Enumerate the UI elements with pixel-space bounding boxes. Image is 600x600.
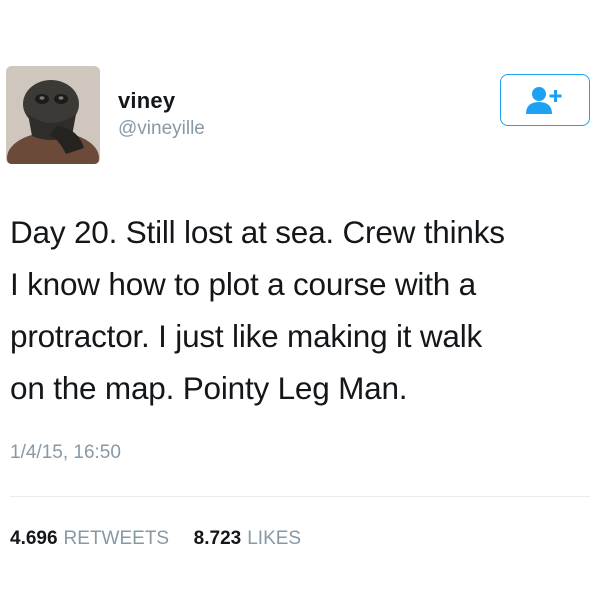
retweets-label: RETWEETS <box>63 528 170 549</box>
display-name[interactable]: viney <box>118 88 175 114</box>
timestamp[interactable]: 1/4/15, 16:50 <box>10 442 121 464</box>
add-user-icon <box>526 87 562 114</box>
follow-button[interactable] <box>500 74 590 126</box>
likes-label: LIKES <box>247 528 302 549</box>
tweet-text-line: on the map. Pointy Leg Man. <box>10 370 408 406</box>
avatar[interactable] <box>6 66 100 164</box>
retweets-stat[interactable]: 4.696 RETWEETS <box>10 528 174 549</box>
likes-stat[interactable]: 8.723 LIKES <box>188 528 301 549</box>
user-handle[interactable]: @vineyille <box>118 118 205 140</box>
tweet-text: Day 20. Still lost at sea. Crew thinks I… <box>10 206 594 414</box>
tweet-card: viney @vineyille Day 20. Still lost at s… <box>0 0 600 600</box>
retweets-count: 4.696 <box>10 528 58 549</box>
likes-count: 8.723 <box>193 528 242 549</box>
divider <box>10 496 590 497</box>
engagement-stats: 4.696 RETWEETS 8.723 LIKES <box>10 528 301 550</box>
tweet-text-line: I know how to plot a course with a <box>10 266 476 302</box>
tweet-text-line: protractor. I just like making it walk <box>10 318 483 354</box>
tweet-text-line: Day 20. Still lost at sea. Crew thinks <box>10 214 505 250</box>
profile-photo-icon <box>6 66 100 164</box>
